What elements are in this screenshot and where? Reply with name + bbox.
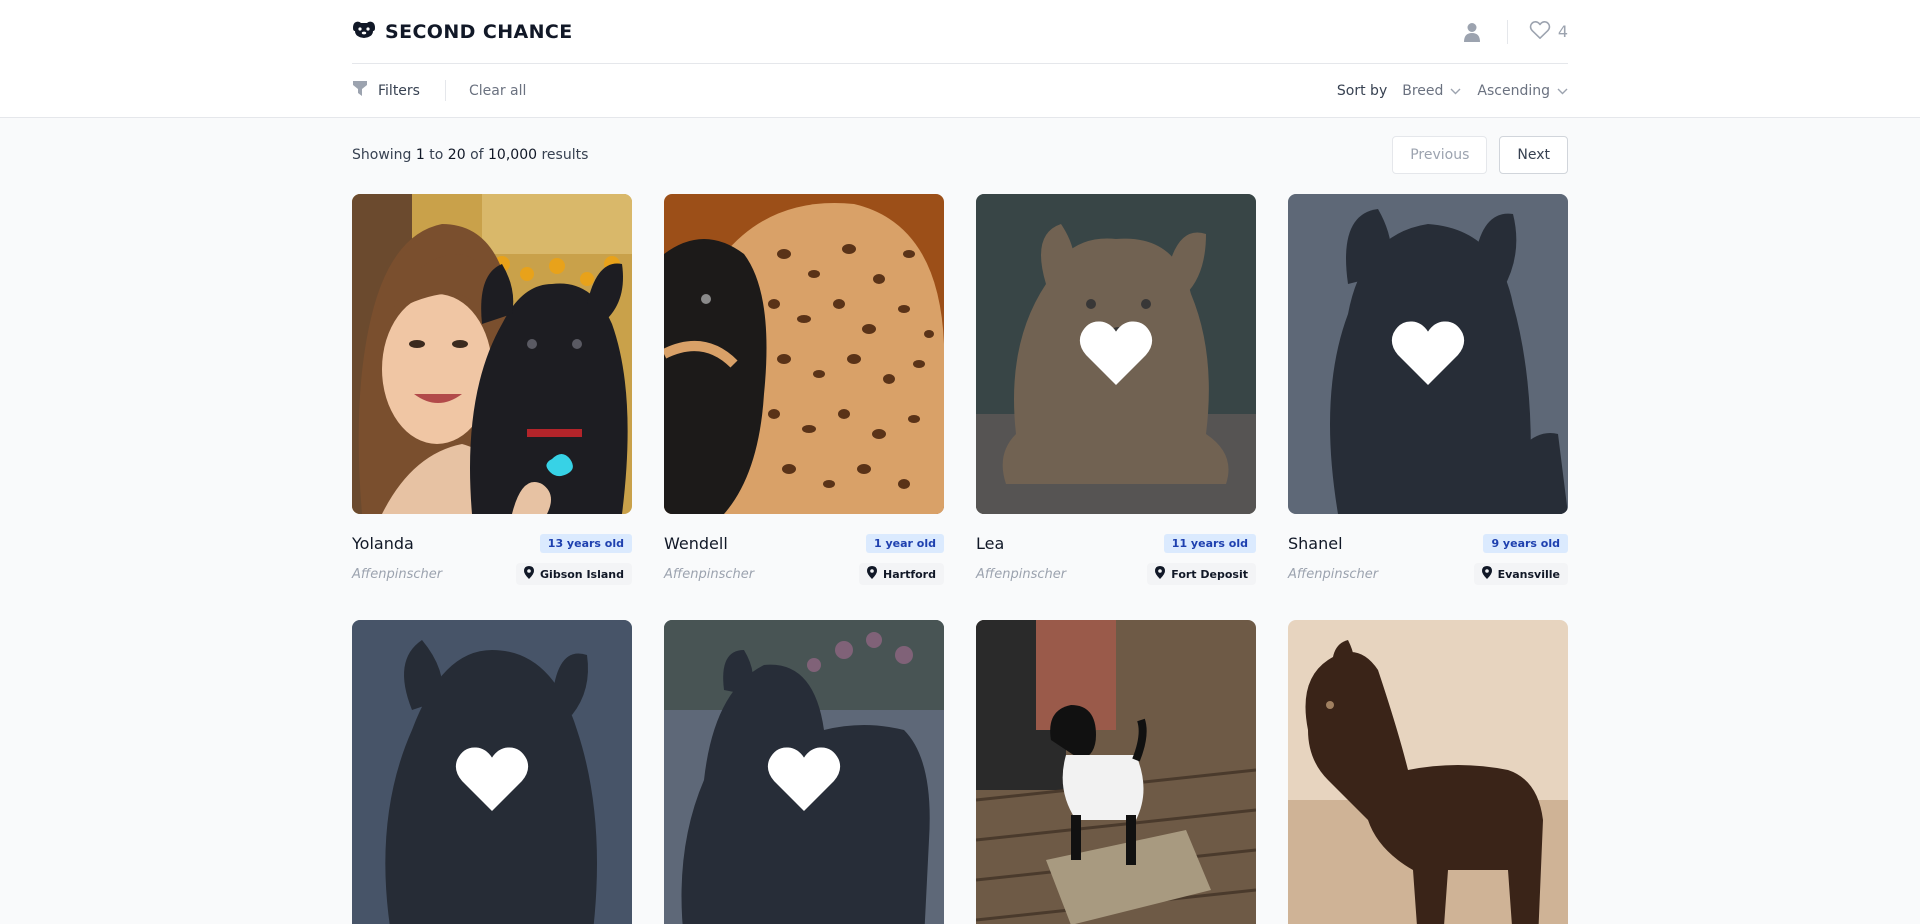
header: SECOND CHANCE 4 <box>352 0 1568 64</box>
dog-card[interactable] <box>1288 620 1568 924</box>
dog-card[interactable]: Lea 11 years old Affenpinscher Fort Depo… <box>976 194 1256 585</box>
heart-filled-icon[interactable] <box>1077 319 1155 389</box>
dog-face-icon <box>352 20 376 44</box>
dog-card[interactable] <box>976 620 1256 924</box>
dog-photo[interactable] <box>352 620 632 924</box>
dog-photo[interactable] <box>976 194 1256 514</box>
brand-title: SECOND CHANCE <box>385 20 573 43</box>
divider <box>444 80 446 101</box>
top-bar: SECOND CHANCE 4 Filters Clear all Sort b… <box>0 0 1920 118</box>
next-button[interactable]: Next <box>1499 136 1568 174</box>
results-to: 20 <box>447 147 466 163</box>
dog-breed: Affenpinscher <box>976 566 1067 582</box>
dog-photo[interactable] <box>1288 194 1568 514</box>
results-to-word: to <box>429 147 444 163</box>
sort-order-value: Ascending <box>1477 82 1550 99</box>
dog-photo[interactable] <box>664 194 944 514</box>
main-content: Showing 1 to 20 of 10,000 results Previo… <box>352 136 1568 924</box>
location-badge: Evansville <box>1473 563 1568 585</box>
location-label: Fort Deposit <box>1171 567 1248 581</box>
dog-photo[interactable] <box>976 620 1256 924</box>
divider <box>1506 19 1508 44</box>
heart-filled-icon[interactable] <box>1389 319 1467 389</box>
dog-card[interactable] <box>664 620 944 924</box>
dog-card[interactable]: Wendell 1 year old Affenpinscher Hartfor… <box>664 194 944 585</box>
pagination: Previous Next <box>1392 136 1568 174</box>
dog-photo[interactable] <box>664 620 944 924</box>
age-badge: 13 years old <box>539 534 632 553</box>
location-label: Gibson Island <box>540 567 624 581</box>
dog-name: Lea <box>976 534 1005 553</box>
dog-breed: Affenpinscher <box>664 566 755 582</box>
dog-photo[interactable] <box>352 194 632 514</box>
location-badge: Fort Deposit <box>1147 563 1256 585</box>
favorited-overlay <box>1288 194 1568 514</box>
sort-label: Sort by <box>1336 82 1388 99</box>
dog-photo[interactable] <box>1288 620 1568 924</box>
favorites-count: 4 <box>1557 22 1568 41</box>
dog-name: Shanel <box>1288 534 1343 553</box>
sort-field-dropdown[interactable]: Breed <box>1402 83 1461 99</box>
location-badge: Hartford <box>859 563 944 585</box>
chevron-down-icon <box>1557 83 1568 99</box>
favorited-overlay <box>976 194 1256 514</box>
previous-button[interactable]: Previous <box>1392 136 1488 174</box>
sort-order-dropdown[interactable]: Ascending <box>1477 83 1568 99</box>
favorited-overlay <box>352 620 632 924</box>
results-total: 10,000 <box>488 147 538 163</box>
dog-breed: Affenpinscher <box>352 566 443 582</box>
filter-icon <box>352 80 368 102</box>
sort-controls: Sort by Breed Ascending <box>1337 83 1568 99</box>
dog-name: Wendell <box>664 534 728 553</box>
dog-card[interactable]: Shanel 9 years old Affenpinscher Evansvi… <box>1288 194 1568 585</box>
age-badge: 9 years old <box>1483 534 1568 553</box>
location-label: Evansville <box>1497 567 1560 581</box>
filters-label: Filters <box>378 82 420 99</box>
results-of-word: of <box>470 147 484 163</box>
results-summary: Showing 1 to 20 of 10,000 results <box>352 147 588 163</box>
dog-grid: Yolanda 13 years old Affenpinscher Gibso… <box>352 194 1568 924</box>
dog-name: Yolanda <box>352 534 414 553</box>
dog-card[interactable] <box>352 620 632 924</box>
results-prefix: Showing <box>352 147 412 163</box>
clear-all-button[interactable]: Clear all <box>469 83 526 99</box>
sort-field-value: Breed <box>1402 82 1444 99</box>
location-label: Hartford <box>883 567 936 581</box>
favorited-overlay <box>664 620 944 924</box>
age-badge: 1 year old <box>866 534 944 553</box>
favorites-button[interactable]: 4 <box>1529 20 1568 44</box>
dog-card[interactable]: Yolanda 13 years old Affenpinscher Gibso… <box>352 194 632 585</box>
location-badge: Gibson Island <box>516 563 632 585</box>
filters-button[interactable]: Filters <box>352 80 420 102</box>
brand[interactable]: SECOND CHANCE <box>352 20 573 44</box>
heart-filled-icon[interactable] <box>765 745 843 815</box>
heart-filled-icon[interactable] <box>453 745 531 815</box>
heart-outline-icon <box>1529 20 1551 44</box>
results-from: 1 <box>415 147 425 163</box>
chevron-down-icon <box>1450 83 1461 99</box>
map-pin-icon <box>524 566 535 582</box>
user-icon[interactable] <box>1459 19 1485 45</box>
results-suffix: results <box>541 147 589 163</box>
map-pin-icon <box>1155 566 1166 582</box>
map-pin-icon <box>867 566 878 582</box>
filter-bar: Filters Clear all Sort by Breed Ascendin… <box>352 64 1568 117</box>
map-pin-icon <box>1481 566 1492 582</box>
dog-breed: Affenpinscher <box>1288 566 1379 582</box>
age-badge: 11 years old <box>1163 534 1256 553</box>
